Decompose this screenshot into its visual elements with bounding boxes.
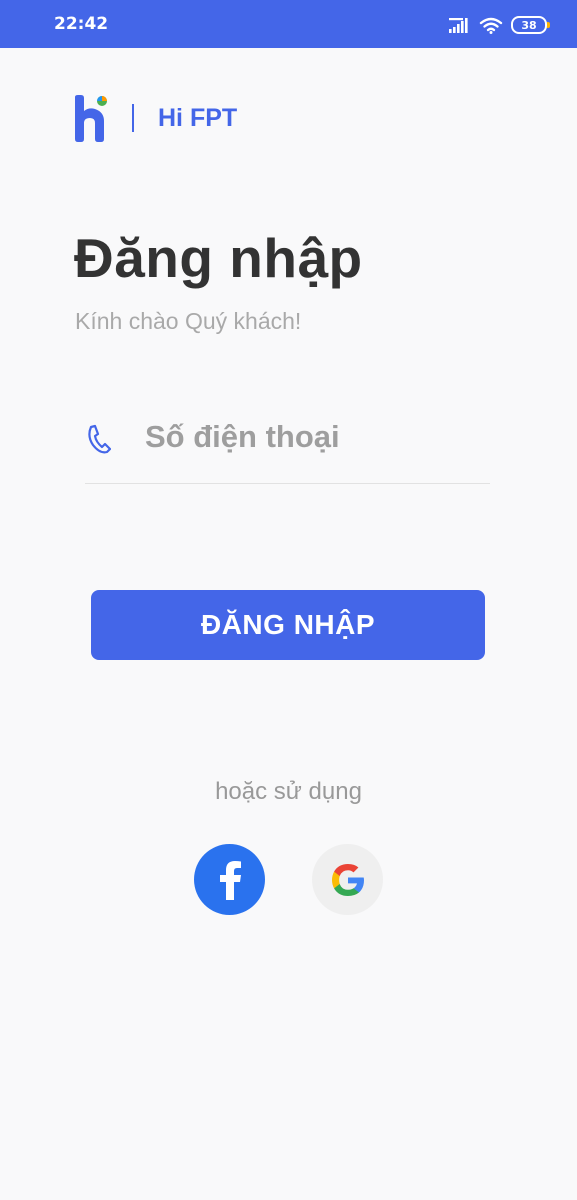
login-button[interactable]: ĐĂNG NHẬP bbox=[91, 590, 485, 660]
google-icon bbox=[331, 863, 364, 896]
brand-divider bbox=[132, 104, 134, 132]
battery-icon: 38 bbox=[511, 16, 550, 34]
wifi-icon bbox=[479, 17, 503, 34]
brand-name: Hi FPT bbox=[158, 103, 238, 132]
page-subtitle: Kính chào Quý khách! bbox=[75, 308, 302, 334]
hi-fpt-logo-icon bbox=[75, 95, 107, 142]
signal-icon bbox=[449, 18, 468, 33]
alternative-login-label: hoặc sử dụng bbox=[215, 778, 362, 805]
brand-header: Hi FPT bbox=[72, 92, 237, 144]
facebook-icon bbox=[219, 860, 241, 900]
facebook-login-button[interactable] bbox=[194, 844, 265, 915]
page-title: Đăng nhập bbox=[74, 227, 363, 289]
phone-field[interactable] bbox=[85, 405, 490, 484]
status-time: 22:42 bbox=[54, 14, 109, 34]
battery-level: 38 bbox=[521, 18, 537, 32]
google-login-button[interactable] bbox=[312, 844, 383, 915]
status-bar: 22:42 38 bbox=[0, 0, 577, 48]
phone-icon bbox=[88, 424, 111, 454]
status-icons: 38 bbox=[449, 14, 550, 36]
phone-input[interactable] bbox=[143, 418, 487, 456]
